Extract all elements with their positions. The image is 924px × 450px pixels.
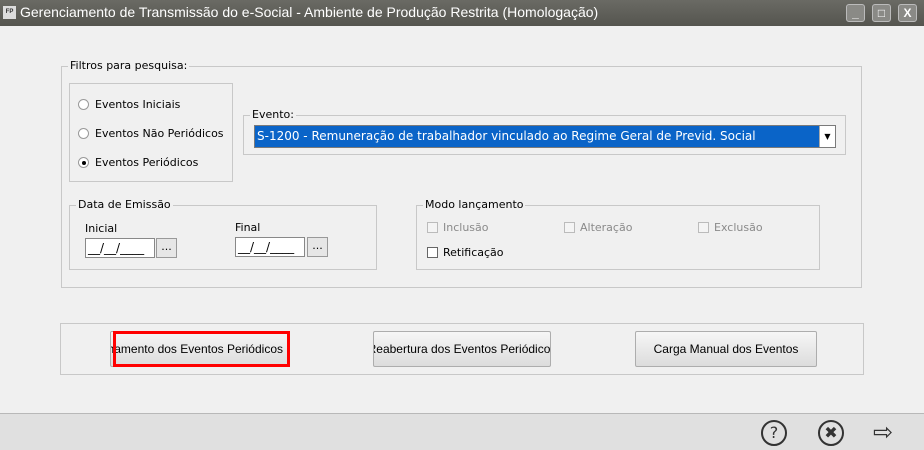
radio-label: Eventos Não Periódicos <box>95 127 224 140</box>
data-final-input[interactable]: __/__/____ <box>235 237 305 257</box>
checkbox-icon <box>427 222 438 233</box>
radio-label: Eventos Iniciais <box>95 98 181 111</box>
evento-legend: Evento: <box>250 108 296 121</box>
reabertura-eventos-button[interactable]: Reabertura dos Eventos Periódicos <box>373 331 551 367</box>
radio-icon <box>78 99 89 110</box>
carga-manual-button[interactable]: Carga Manual dos Eventos <box>635 331 817 367</box>
radio-eventos-iniciais[interactable]: Eventos Iniciais <box>78 98 180 111</box>
evento-select[interactable]: S-1200 - Remuneração de trabalhador vinc… <box>254 125 836 148</box>
evento-selected-value: S-1200 - Remuneração de trabalhador vinc… <box>257 129 756 143</box>
event-type-radio-group: Eventos Iniciais Eventos Não Periódicos … <box>69 83 233 182</box>
data-final-picker-button[interactable]: ... <box>307 237 328 257</box>
modo-legend: Modo lançamento <box>423 198 526 211</box>
modo-lancamento-group: Modo lançamento Inclusão Alteração Exclu… <box>416 198 820 270</box>
close-button[interactable]: X <box>898 4 917 22</box>
evento-group: Evento: S-1200 - Remuneração de trabalha… <box>243 108 846 155</box>
highlight-box <box>113 331 290 367</box>
cancel-icon[interactable]: ✖ <box>818 420 844 446</box>
filters-legend: Filtros para pesquisa: <box>68 59 190 72</box>
checkbox-icon <box>564 222 575 233</box>
checkbox-inclusao[interactable]: Inclusão <box>427 221 489 234</box>
bottom-bar: ? ✖ ⇨ <box>0 413 924 450</box>
checkbox-label: Retificação <box>443 246 504 259</box>
checkbox-label: Exclusão <box>714 221 763 234</box>
radio-icon <box>78 128 89 139</box>
checkbox-icon <box>427 247 438 258</box>
data-emissao-legend: Data de Emissão <box>76 198 173 211</box>
radio-checked-icon <box>78 157 89 168</box>
data-inicial-input[interactable]: __/__/____ <box>85 238 155 258</box>
checkbox-label: Alteração <box>580 221 633 234</box>
chevron-down-icon[interactable]: ▼ <box>819 126 835 147</box>
window-title: Gerenciamento de Transmissão do e-Social… <box>20 4 599 20</box>
checkbox-alteracao[interactable]: Alteração <box>564 221 632 234</box>
title-bar: FP Gerenciamento de Transmissão do e-Soc… <box>0 0 924 26</box>
minimize-button[interactable]: _ <box>846 4 865 22</box>
radio-eventos-periodicos[interactable]: Eventos Periódicos <box>78 156 198 169</box>
checkbox-icon <box>698 222 709 233</box>
checkbox-retificacao[interactable]: Retificação <box>427 246 504 259</box>
radio-label: Eventos Periódicos <box>95 156 199 169</box>
data-inicial-picker-button[interactable]: ... <box>156 238 177 258</box>
checkbox-label: Inclusão <box>443 221 489 234</box>
final-label: Final <box>235 221 261 234</box>
app-icon: FP <box>3 6 16 19</box>
next-arrow-icon[interactable]: ⇨ <box>873 418 893 446</box>
help-icon[interactable]: ? <box>761 420 787 446</box>
radio-eventos-nao-periodicos[interactable]: Eventos Não Periódicos <box>78 127 224 140</box>
data-emissao-group: Data de Emissão Inicial __/__/____ ... F… <box>69 198 377 270</box>
inicial-label: Inicial <box>85 222 118 235</box>
checkbox-exclusao[interactable]: Exclusão <box>698 221 763 234</box>
maximize-button[interactable]: □ <box>872 4 891 22</box>
